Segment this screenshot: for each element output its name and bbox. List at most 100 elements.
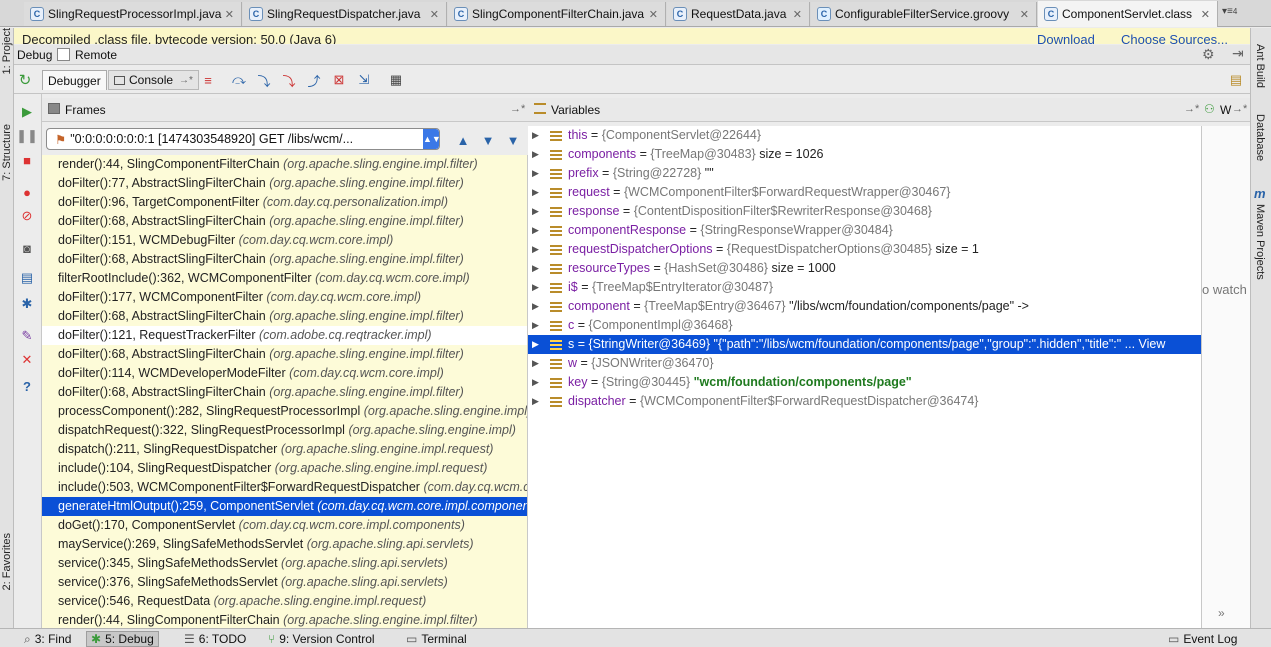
editor-tab[interactable]: C SlingComponentFilterChain.java ✕ <box>448 2 666 26</box>
frame-row[interactable]: include():503, WCMComponentFilter$Forwar… <box>42 478 527 497</box>
mute-breakpoints-icon[interactable]: ⊘ <box>19 208 35 224</box>
pause-icon[interactable]: ❚❚ <box>16 128 38 144</box>
resume-icon[interactable]: ▶ <box>19 104 35 120</box>
variable-row[interactable]: ▶ response = {ContentDispositionFilter$Re… <box>528 202 1201 221</box>
variable-row[interactable]: ▶ requestDispatcherOptions = {RequestDisp… <box>528 240 1201 259</box>
download-link[interactable]: Download <box>1037 32 1095 44</box>
frame-row[interactable]: doFilter():68, AbstractSlingFilterChain … <box>42 250 527 269</box>
frame-row[interactable]: mayService():269, SlingSafeMethodsServle… <box>42 535 527 554</box>
layout-icon[interactable]: ▤ <box>19 270 35 286</box>
settings-icon[interactable]: ✱ <box>19 296 35 312</box>
variable-row[interactable]: ▶ componentResponse = {StringResponseWrap… <box>528 221 1201 240</box>
variable-row[interactable]: ▶ component = {TreeMap$Entry@36467} "/lib… <box>528 297 1201 316</box>
frame-row[interactable]: service():345, SlingSafeMethodsServlet (… <box>42 554 527 573</box>
variable-row[interactable]: ▶ resourceTypes = {HashSet@30486} size = … <box>528 259 1201 278</box>
help-icon[interactable]: ? <box>19 378 35 394</box>
maven-projects-tool-button[interactable]: Maven Projects <box>1254 204 1266 280</box>
settings-gear-icon[interactable]: ⚙ <box>1202 46 1215 63</box>
close-icon[interactable]: ✕ <box>19 352 35 368</box>
frame-row[interactable]: render():44, SlingComponentFilterChain (… <box>42 155 527 174</box>
expand-arrow-icon[interactable]: ▶ <box>532 221 539 240</box>
terminal-tool-button[interactable]: ▭ Terminal <box>402 631 471 647</box>
frame-row[interactable]: include():104, SlingRequestDispatcher (o… <box>42 459 527 478</box>
watches-pin-icon[interactable]: →* <box>1232 103 1247 115</box>
variable-row[interactable]: ▶ prefix = {String@22728} "" <box>528 164 1201 183</box>
editor-tab[interactable]: C SlingRequestDispatcher.java ✕ <box>243 2 447 26</box>
variable-row[interactable]: ▶ s = {StringWriter@36469} "{"path":"/lib… <box>528 335 1201 354</box>
close-tab-icon[interactable]: ✕ <box>1201 8 1210 21</box>
previous-frame-icon[interactable]: ▲ <box>455 132 471 148</box>
frame-row[interactable]: render():44, SlingComponentFilterChain (… <box>42 611 527 628</box>
frame-row[interactable]: doFilter():177, WCMComponentFilter (com.… <box>42 288 527 307</box>
expand-arrow-icon[interactable]: ▶ <box>532 335 539 354</box>
version-control-tool-button[interactable]: ⑂ 9: Version Control <box>264 631 379 647</box>
step-into-icon[interactable]: ⤵ <box>256 72 272 89</box>
next-frame-icon[interactable]: ▼ <box>480 132 496 148</box>
frame-row[interactable]: generateHtmlOutput():259, ComponentServl… <box>42 497 527 516</box>
frame-row[interactable]: processComponent():282, SlingRequestProc… <box>42 402 527 421</box>
frames-pin-icon[interactable]: →* <box>510 103 525 115</box>
editor-tab[interactable]: C RequestData.java ✕ <box>667 2 810 26</box>
restore-layout-icon[interactable]: ▤ <box>1228 72 1244 88</box>
drop-frame-icon[interactable]: ⊠ <box>331 72 347 88</box>
expand-arrow-icon[interactable]: ▶ <box>532 240 539 259</box>
expand-arrow-icon[interactable]: ▶ <box>532 145 539 164</box>
expand-arrow-icon[interactable]: ▶ <box>532 373 539 392</box>
show-execution-point-icon[interactable]: ≡ <box>200 72 216 88</box>
find-tool-button[interactable]: ⌕ 3: Find <box>20 631 75 647</box>
force-step-into-icon[interactable]: ⤵ <box>281 72 297 89</box>
frame-row[interactable]: doGet():170, ComponentServlet (com.day.c… <box>42 516 527 535</box>
editor-tab[interactable]: C ComponentServlet.class ✕ <box>1038 1 1218 27</box>
database-tool-button[interactable]: Database <box>1254 114 1266 161</box>
pin-tab-icon[interactable]: ✎ <box>19 328 35 344</box>
frame-row[interactable]: service():546, RequestData (org.apache.s… <box>42 592 527 611</box>
close-tab-icon[interactable]: ✕ <box>793 8 802 21</box>
variable-row[interactable]: ▶ dispatcher = {WCMComponentFilter$Forwar… <box>528 392 1201 411</box>
ant-build-tool-button[interactable]: Ant Build <box>1254 44 1266 88</box>
view-breakpoints-icon[interactable]: ● <box>19 184 35 200</box>
expand-arrow-icon[interactable]: ▶ <box>532 278 539 297</box>
close-tab-icon[interactable]: ✕ <box>430 8 439 21</box>
expand-arrow-icon[interactable]: ▶ <box>532 259 539 278</box>
expand-arrow-icon[interactable]: ▶ <box>532 183 539 202</box>
variable-row[interactable]: ▶ c = {ComponentImpl@36468} <box>528 316 1201 335</box>
variable-row[interactable]: ▶ i$ = {TreeMap$EntryIterator@30487} <box>528 278 1201 297</box>
structure-tool-button[interactable]: 7: Structure <box>1 124 13 181</box>
watches-more-icon[interactable]: » <box>1218 606 1225 620</box>
editor-tab[interactable]: C SlingRequestProcessorImpl.java ✕ <box>24 2 242 26</box>
frame-row[interactable]: dispatch():211, SlingRequestDispatcher (… <box>42 440 527 459</box>
close-tab-icon[interactable]: ✕ <box>1020 8 1029 21</box>
debug-tool-button[interactable]: ✱ 5: Debug <box>86 631 159 647</box>
todo-tool-button[interactable]: ☰ 6: TODO <box>180 631 250 647</box>
expand-arrow-icon[interactable]: ▶ <box>532 354 539 373</box>
frame-row[interactable]: doFilter():68, AbstractSlingFilterChain … <box>42 383 527 402</box>
evaluate-expression-icon[interactable]: ▦ <box>388 72 404 88</box>
stop-icon[interactable]: ■ <box>19 152 35 168</box>
frame-row[interactable]: dispatchRequest():322, SlingRequestProce… <box>42 421 527 440</box>
expand-arrow-icon[interactable]: ▶ <box>532 316 539 335</box>
close-tab-icon[interactable]: ✕ <box>649 8 658 21</box>
expand-arrow-icon[interactable]: ▶ <box>532 297 539 316</box>
frame-row[interactable]: filterRootInclude():362, WCMComponentFil… <box>42 269 527 288</box>
frame-row[interactable]: service():376, SlingSafeMethodsServlet (… <box>42 573 527 592</box>
step-over-icon[interactable]: ⤼ <box>231 72 247 88</box>
debugger-tab[interactable]: Debugger <box>42 70 107 90</box>
hide-window-icon[interactable]: ⇥ <box>1232 45 1244 62</box>
variable-row[interactable]: ▶ this = {ComponentServlet@22644} <box>528 126 1201 145</box>
tab-overflow-button[interactable]: ▾≡4 <box>1222 6 1237 17</box>
favorites-tool-button[interactable]: 2: Favorites <box>1 533 13 590</box>
frame-row[interactable]: doFilter():121, RequestTrackerFilter (co… <box>42 326 527 345</box>
expand-arrow-icon[interactable]: ▶ <box>532 164 539 183</box>
run-to-cursor-icon[interactable]: ⇲ <box>356 72 372 88</box>
frame-row[interactable]: doFilter():68, AbstractSlingFilterChain … <box>42 345 527 364</box>
choose-sources-link[interactable]: Choose Sources... <box>1121 32 1228 44</box>
project-tool-button[interactable]: 1: Project <box>1 28 13 74</box>
frame-row[interactable]: doFilter():114, WCMDeveloperModeFilter (… <box>42 364 527 383</box>
thread-dropdown[interactable]: ⚑ "0:0:0:0:0:0:0:1 [1474303548920] GET /… <box>46 128 440 150</box>
frame-row[interactable]: doFilter():68, AbstractSlingFilterChain … <box>42 212 527 231</box>
rerun-icon[interactable]: ↻ <box>17 72 33 89</box>
variable-row[interactable]: ▶ request = {WCMComponentFilter$ForwardRe… <box>528 183 1201 202</box>
step-out-icon[interactable]: ⤴ <box>306 72 322 89</box>
console-tab[interactable]: Console →* <box>108 70 199 90</box>
expand-arrow-icon[interactable]: ▶ <box>532 126 539 145</box>
